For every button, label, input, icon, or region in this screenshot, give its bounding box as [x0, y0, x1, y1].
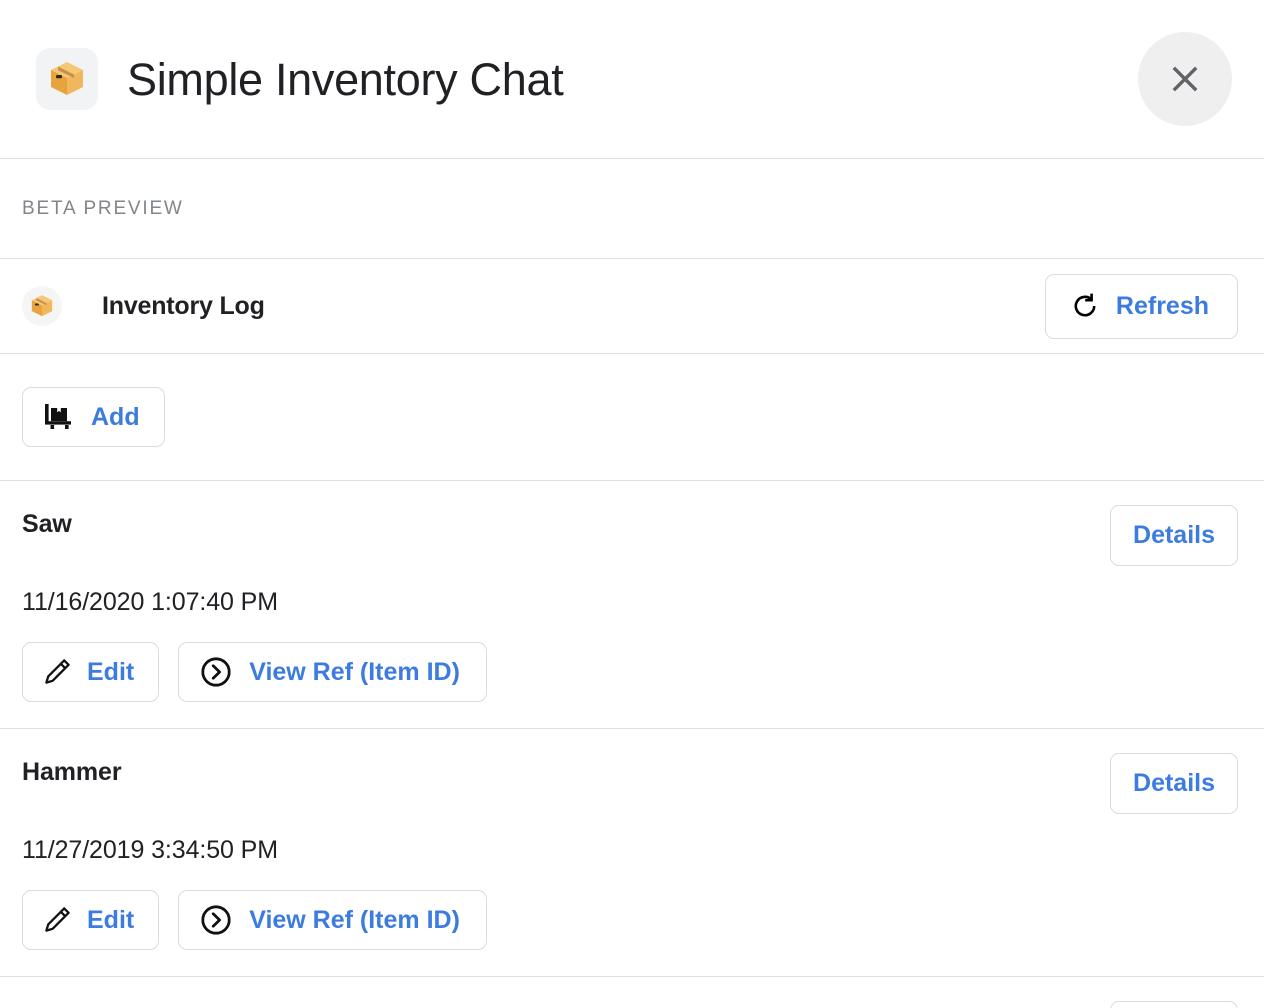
- package-icon-glyph: [45, 57, 89, 101]
- page-title: Simple Inventory Chat: [127, 57, 563, 102]
- refresh-button[interactable]: Refresh: [1045, 274, 1238, 339]
- view-ref-button-label: View Ref (Item ID): [249, 906, 460, 935]
- beta-preview-label: BETA PREVIEW: [22, 198, 184, 220]
- package-icon-glyph: [28, 292, 56, 320]
- edit-button[interactable]: Edit: [22, 642, 159, 702]
- details-button[interactable]: Details: [1110, 1001, 1238, 1008]
- edit-button-label: Edit: [87, 906, 134, 935]
- app-header: Simple Inventory Chat: [0, 0, 1264, 158]
- package-icon: [22, 286, 62, 326]
- details-button[interactable]: Details: [1110, 753, 1238, 814]
- pencil-icon: [41, 904, 73, 936]
- edit-button-label: Edit: [87, 658, 134, 687]
- circle-arrow-right-icon: [199, 903, 233, 937]
- inventory-chat-panel: Simple Inventory Chat BETA PREVIEW Inven…: [0, 0, 1264, 1008]
- list-item: Hammer Details 11/27/2019 3:34:50 PM Edi…: [0, 729, 1264, 976]
- dolly-icon: [43, 402, 77, 432]
- section-title: Inventory Log: [102, 292, 265, 321]
- refresh-icon: [1070, 291, 1100, 321]
- inventory-log-header: Inventory Log Refresh: [0, 259, 1264, 353]
- close-icon: [1167, 61, 1203, 97]
- list-item-header: Saw Details: [22, 505, 1238, 566]
- close-button[interactable]: [1138, 32, 1232, 126]
- list-item-title: Hammer: [22, 753, 121, 787]
- list-item: Saw Details 11/16/2020 1:07:40 PM Edit V: [0, 481, 1264, 728]
- list-item-header: Details: [22, 1001, 1238, 1008]
- beta-preview-bar: BETA PREVIEW: [0, 159, 1264, 258]
- view-ref-button[interactable]: View Ref (Item ID): [178, 890, 487, 950]
- list-item: Details: [0, 977, 1264, 1008]
- list-item-header: Hammer Details: [22, 753, 1238, 814]
- list-item-actions: Edit View Ref (Item ID): [22, 642, 1238, 702]
- list-item-actions: Edit View Ref (Item ID): [22, 890, 1238, 950]
- list-item-title: Saw: [22, 505, 72, 539]
- add-button-label: Add: [91, 403, 140, 432]
- refresh-button-label: Refresh: [1116, 292, 1209, 321]
- view-ref-button-label: View Ref (Item ID): [249, 658, 460, 687]
- package-icon: [36, 48, 98, 110]
- add-button[interactable]: Add: [22, 387, 165, 447]
- edit-button[interactable]: Edit: [22, 890, 159, 950]
- circle-arrow-right-icon: [199, 655, 233, 689]
- details-button[interactable]: Details: [1110, 505, 1238, 566]
- details-button-label: Details: [1133, 769, 1215, 798]
- list-item-timestamp: 11/27/2019 3:34:50 PM: [22, 836, 1238, 865]
- add-toolbar: Add: [0, 354, 1264, 480]
- pencil-icon: [41, 656, 73, 688]
- details-button-label: Details: [1133, 521, 1215, 550]
- list-item-timestamp: 11/16/2020 1:07:40 PM: [22, 588, 1238, 617]
- view-ref-button[interactable]: View Ref (Item ID): [178, 642, 487, 702]
